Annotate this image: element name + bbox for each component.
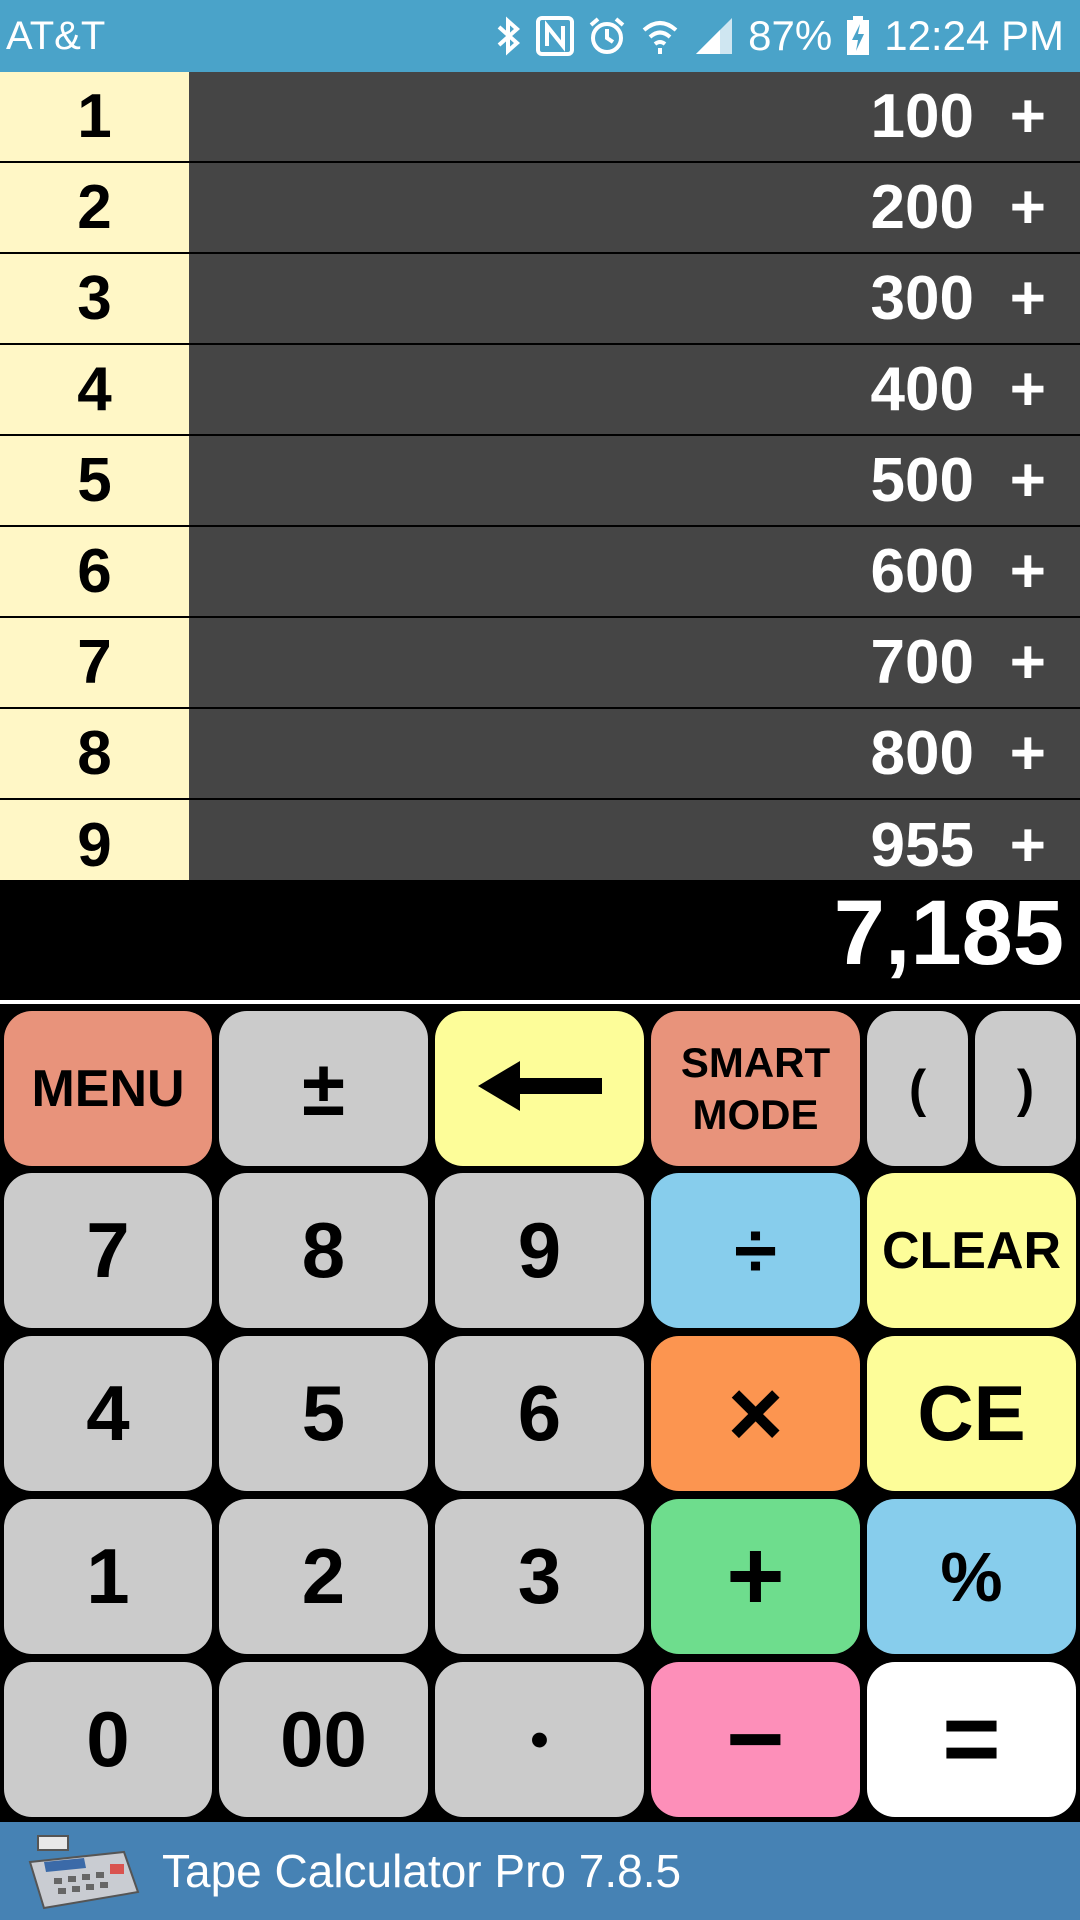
tape-row-value-cell: 955 + (189, 800, 1080, 891)
tape-row-operator: + (1009, 355, 1046, 424)
tape-list[interactable]: 1 100 +2 200 +3 300 +4 400 +5 500 +6 600 +7 700 +8 800 +… (0, 72, 1080, 891)
five-button[interactable]: 5 (219, 1336, 428, 1491)
tape-row[interactable]: 8 800 + (0, 709, 1080, 800)
tape-row-amount: 400 (870, 355, 974, 424)
tape-row-operator: + (1009, 719, 1046, 788)
percent-button[interactable]: % (867, 1499, 1076, 1654)
smart-mode-button[interactable]: SMART MODE (651, 1011, 860, 1166)
tape-row[interactable]: 2 200 + (0, 163, 1080, 254)
nine-button[interactable]: 9 (435, 1173, 644, 1328)
tape-row-index: 5 (0, 436, 189, 525)
tape-row-value-cell: 400 + (189, 345, 1080, 434)
two-button[interactable]: 2 (219, 1499, 428, 1654)
subtract-button[interactable]: − (651, 1662, 860, 1817)
menu-button[interactable]: MENU (4, 1011, 212, 1166)
four-button[interactable]: 4 (4, 1336, 212, 1491)
multiply-button[interactable]: × (651, 1336, 860, 1491)
wifi-icon (640, 16, 680, 56)
display-divider (0, 1000, 1080, 1004)
close-paren-button[interactable]: ) (975, 1011, 1076, 1166)
tape-row-operator: + (1009, 82, 1046, 151)
tape-row-value-cell: 200 + (189, 163, 1080, 252)
tape-row-operator: + (1009, 264, 1046, 333)
tape-row[interactable]: 5 500 + (0, 436, 1080, 527)
six-button[interactable]: 6 (435, 1336, 644, 1491)
status-icons: 87% 12:24 PM (496, 0, 1064, 72)
tape-row-value-cell: 100 + (189, 72, 1080, 161)
battery-percent: 87% (748, 12, 833, 59)
tape-row-value-cell: 700 + (189, 618, 1080, 707)
status-bar: AT&T 87% 12:24 PM (0, 0, 1080, 72)
bluetooth-icon (496, 16, 522, 56)
add-button[interactable]: + (651, 1499, 860, 1654)
smart-mode-label-line2: MODE (692, 1090, 819, 1138)
tape-row-index: 7 (0, 618, 189, 707)
tape-row[interactable]: 4 400 + (0, 345, 1080, 436)
tape-row[interactable]: 7 700 + (0, 618, 1080, 709)
app-title: Tape Calculator Pro 7.8.5 (162, 1845, 682, 1897)
tape-row-value-cell: 500 + (189, 436, 1080, 525)
tape-row-operator: + (1009, 446, 1046, 515)
tape-row-value-cell: 800 + (189, 709, 1080, 798)
zero-button[interactable]: 0 (4, 1662, 212, 1817)
smart-mode-label-line1: SMART (680, 1038, 831, 1086)
tape-row-amount: 200 (870, 173, 974, 242)
tape-row-amount: 800 (870, 719, 974, 788)
alarm-icon (588, 16, 626, 56)
tape-row-index: 3 (0, 254, 189, 343)
tape-row-index: 9 (0, 800, 189, 891)
tape-row-index: 4 (0, 345, 189, 434)
nfc-icon (536, 16, 575, 56)
tape-row-value-cell: 300 + (189, 254, 1080, 343)
tape-row-operator: + (1009, 811, 1046, 880)
open-paren-button[interactable]: ( (867, 1011, 968, 1166)
equals-button[interactable]: = (867, 1662, 1076, 1817)
plus-minus-button[interactable]: ± (219, 1011, 428, 1166)
decimal-button[interactable]: • (435, 1662, 644, 1817)
three-button[interactable]: 3 (435, 1499, 644, 1654)
tape-row-index: 6 (0, 527, 189, 616)
total-display: 7,185 (0, 880, 1080, 986)
clock: 12:24 PM (884, 12, 1064, 59)
tape-row-value-cell: 600 + (189, 527, 1080, 616)
clear-entry-button[interactable]: CE (867, 1336, 1076, 1491)
carrier-label: AT&T (6, 14, 106, 58)
divide-button[interactable]: ÷ (651, 1173, 860, 1328)
total-value: 7,185 (833, 882, 1064, 984)
one-button[interactable]: 1 (4, 1499, 212, 1654)
calculator-icon (24, 1832, 142, 1917)
tape-row[interactable]: 3 300 + (0, 254, 1080, 345)
tape-row-amount: 500 (870, 446, 974, 515)
tape-row-operator: + (1009, 628, 1046, 697)
seven-button[interactable]: 7 (4, 1173, 212, 1328)
eight-button[interactable]: 8 (219, 1173, 428, 1328)
tape-row-operator: + (1009, 537, 1046, 606)
tape-row[interactable]: 9 955 + (0, 800, 1080, 891)
backspace-button[interactable] (435, 1011, 644, 1166)
tape-row-amount: 700 (870, 628, 974, 697)
double-zero-button[interactable]: 00 (219, 1662, 428, 1817)
tape-row-amount: 955 (870, 811, 974, 880)
signal-icon (694, 16, 734, 56)
tape-row-amount: 600 (870, 537, 974, 606)
tape-row[interactable]: 6 600 + (0, 527, 1080, 618)
tape-row-index: 1 (0, 72, 189, 161)
tape-row-amount: 100 (870, 82, 974, 151)
app-footer: Tape Calculator Pro 7.8.5 (0, 1822, 1080, 1920)
clear-button[interactable]: CLEAR (867, 1173, 1076, 1328)
tape-row-index: 8 (0, 709, 189, 798)
battery-charging-icon (846, 16, 870, 56)
left-arrow-icon (477, 1061, 602, 1116)
tape-row-operator: + (1009, 173, 1046, 242)
tape-row-amount: 300 (870, 264, 974, 333)
tape-row[interactable]: 1 100 + (0, 72, 1080, 163)
tape-row-index: 2 (0, 163, 189, 252)
